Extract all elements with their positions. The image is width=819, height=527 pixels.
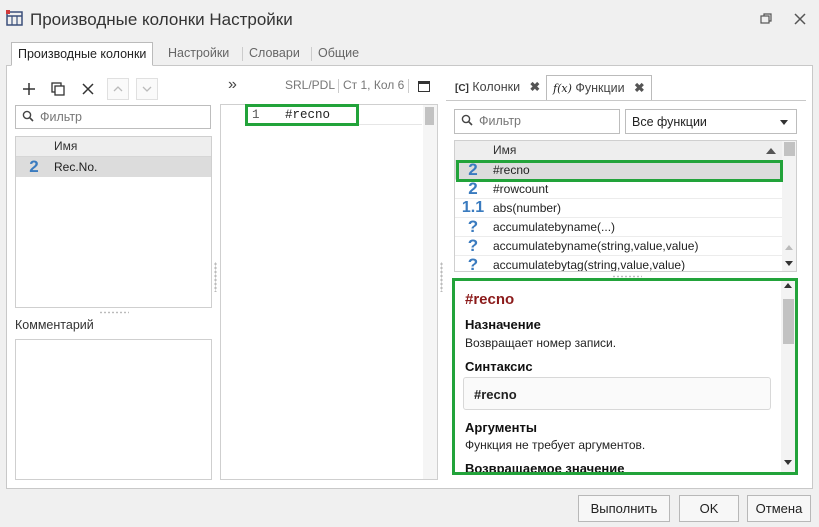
splitter-handle[interactable] xyxy=(440,262,443,292)
code-editor[interactable] xyxy=(220,104,438,480)
mode-label: SRL/PDL xyxy=(285,78,336,92)
function-name: accumulatebyname(string,value,value) xyxy=(493,239,699,253)
tab-general[interactable]: Общие xyxy=(312,42,365,66)
editor-scrollbar[interactable] xyxy=(423,105,437,479)
add-icon[interactable] xyxy=(18,78,40,100)
function-name: accumulatebyname(...) xyxy=(493,220,616,234)
splitter-handle[interactable] xyxy=(99,311,129,314)
scrollbar-thumb[interactable] xyxy=(784,142,795,156)
function-row[interactable]: ? accumulatebytag(string,value,value) xyxy=(455,256,782,272)
run-button[interactable]: Выполнить xyxy=(578,495,670,522)
close-icon[interactable] xyxy=(791,10,809,28)
decimal-type-icon: 1.1 xyxy=(461,199,485,216)
app-icon xyxy=(6,10,23,26)
close-tab-icon[interactable]: ✖ xyxy=(634,81,644,95)
function-row[interactable]: 2 #rowcount xyxy=(455,180,782,199)
restore-icon[interactable] xyxy=(757,10,775,28)
chevron-down-icon xyxy=(780,120,788,125)
grid-header: Имя xyxy=(455,141,782,161)
cursor-position: Ст 1, Кол 6 xyxy=(343,78,405,92)
filter-placeholder: Фильтр xyxy=(479,114,521,128)
table-row[interactable]: 2 Rec.No. xyxy=(16,157,211,177)
function-row[interactable]: ? accumulatebyname(string,value,value) xyxy=(455,237,782,256)
tab-functions[interactable]: f(x) Функции ✖ xyxy=(546,75,652,101)
sort-icon[interactable] xyxy=(766,148,776,154)
filter-placeholder: Фильтр xyxy=(40,110,82,124)
comment-label: Комментарий xyxy=(15,318,94,332)
functions-filter-input[interactable]: Фильтр xyxy=(454,109,620,134)
editor-scrollbar-thumb[interactable] xyxy=(425,107,434,125)
scroll-up-icon[interactable] xyxy=(785,245,793,250)
expand-button[interactable]: » xyxy=(228,76,237,94)
tab-dictionaries[interactable]: Словари xyxy=(243,42,306,66)
splitter-handle[interactable] xyxy=(214,262,217,292)
grid-header-name: Имя xyxy=(493,143,517,157)
search-icon xyxy=(22,110,34,122)
separator xyxy=(408,79,409,93)
highlight-box xyxy=(245,104,359,126)
tab-derived-columns[interactable]: Производные колонки xyxy=(11,42,154,66)
number-type-icon: 2 xyxy=(29,157,39,176)
search-icon xyxy=(461,114,473,126)
cancel-button[interactable]: Отмена xyxy=(747,495,811,522)
tab-columns-label: Колонки xyxy=(472,80,521,94)
delete-icon[interactable] xyxy=(77,78,99,100)
tab-divider xyxy=(446,100,806,101)
comment-textarea[interactable] xyxy=(15,339,212,480)
functions-scrollbar[interactable] xyxy=(782,141,796,271)
column-name: Rec.No. xyxy=(54,160,98,174)
function-category-select[interactable]: Все функции xyxy=(625,109,797,134)
grid-header: Имя xyxy=(16,137,211,157)
function-row[interactable]: 1.1 abs(number) xyxy=(455,199,782,218)
highlight-box xyxy=(456,160,783,182)
tab-functions-label: Функции xyxy=(575,81,625,95)
unknown-type-icon: ? xyxy=(467,256,479,272)
move-down-icon[interactable] xyxy=(136,78,158,100)
columns-grid: Имя 2 Rec.No. xyxy=(15,136,212,308)
scroll-down-icon[interactable] xyxy=(785,261,793,266)
function-name: abs(number) xyxy=(493,201,562,215)
grid-header-name: Имя xyxy=(54,139,78,153)
unknown-type-icon: ? xyxy=(467,218,479,236)
columns-filter-input[interactable]: Фильтр xyxy=(15,105,211,129)
function-name: accumulatebytag(string,value,value) xyxy=(493,258,686,272)
unknown-type-icon: ? xyxy=(467,237,479,255)
window-title: Производные колонки Настройки xyxy=(30,10,293,29)
function-row[interactable]: ? accumulatebyname(...) xyxy=(455,218,782,237)
number-type-icon: 2 xyxy=(468,180,478,198)
highlight-box xyxy=(452,278,798,475)
select-value: Все функции xyxy=(632,115,707,129)
move-up-icon[interactable] xyxy=(107,78,129,100)
function-name: #rowcount xyxy=(493,182,549,196)
maximize-editor-icon[interactable] xyxy=(418,81,430,92)
function-icon: f(x) xyxy=(553,82,572,95)
ok-button[interactable]: OK xyxy=(679,495,739,522)
tab-columns[interactable]: [C] Колонки ✖ xyxy=(449,75,546,101)
columns-tab-icon: [C] xyxy=(455,83,469,94)
copy-icon[interactable] xyxy=(47,78,69,100)
separator xyxy=(338,79,339,93)
tab-settings[interactable]: Настройки xyxy=(162,42,235,66)
close-tab-icon[interactable]: ✖ xyxy=(530,80,540,94)
